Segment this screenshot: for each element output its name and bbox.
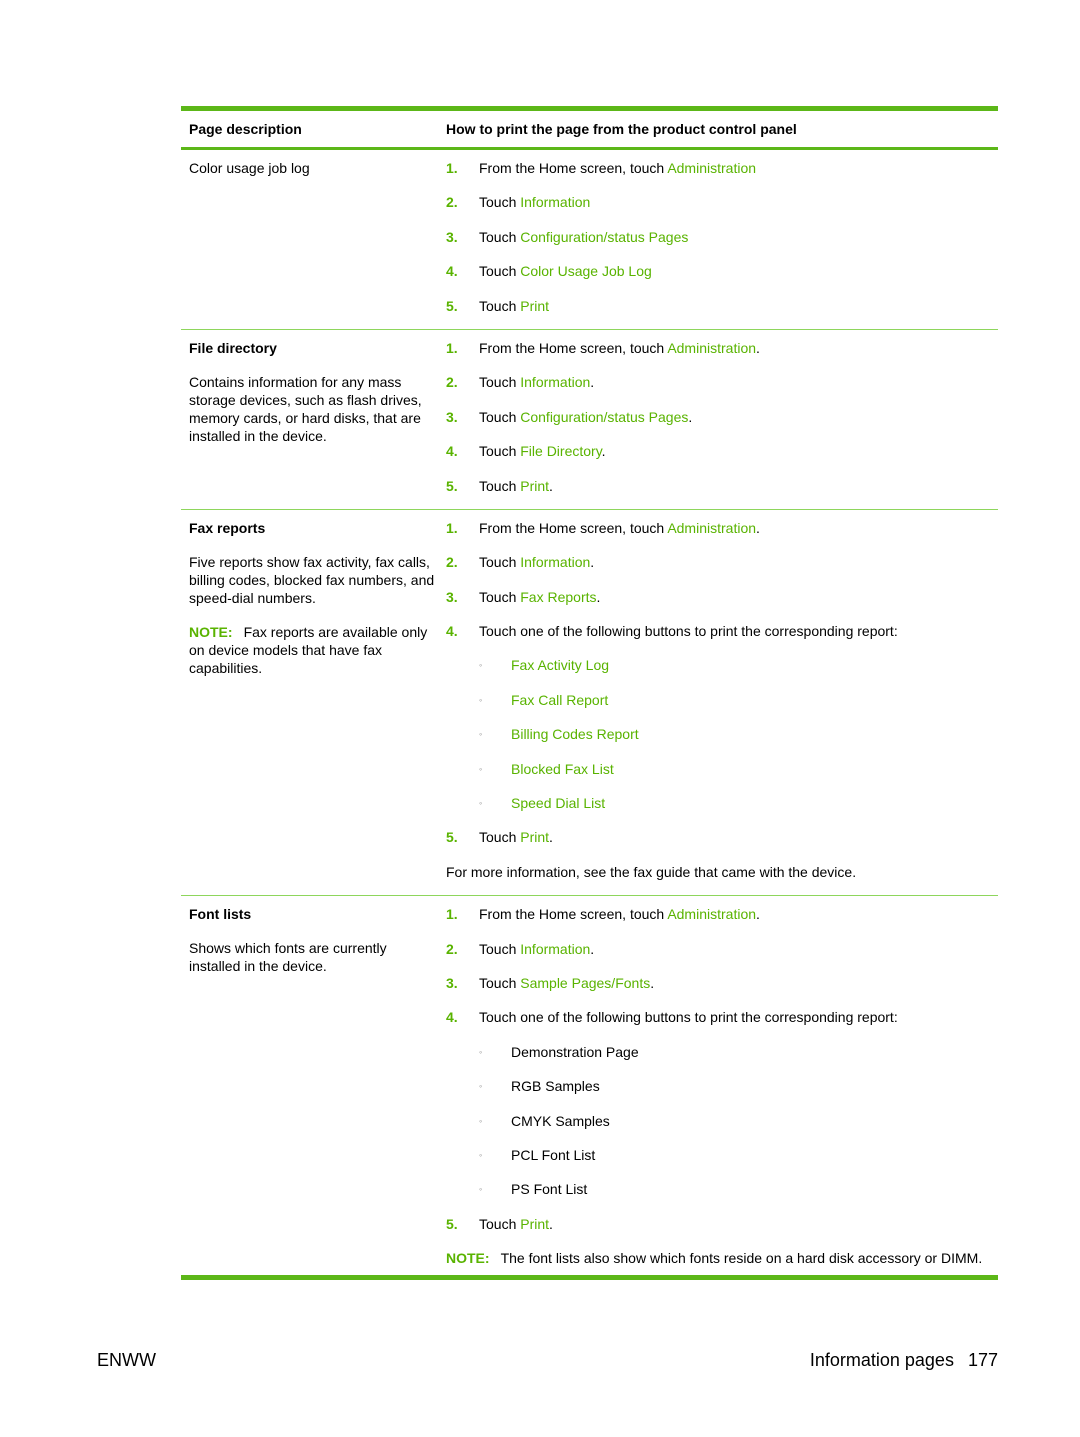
table-row-font-lists: Font lists Shows which fonts are current… — [181, 896, 998, 1275]
bullet-icon: ◦ — [479, 1149, 483, 1160]
note: NOTE: Fax reports are available only on d… — [189, 623, 438, 677]
bullet-icon: ◦ — [479, 1046, 483, 1057]
footer-locale: ENWW — [97, 1350, 156, 1370]
administration-link[interactable]: Administration — [667, 340, 756, 356]
note-text: The font lists also show which fonts res… — [500, 1250, 983, 1267]
configuration-status-pages-link[interactable]: Configuration/status Pages — [520, 409, 688, 425]
fax-reports-link[interactable]: Fax Reports — [520, 589, 596, 605]
print-pages-table: Page description How to print the page f… — [181, 106, 998, 1281]
step-5: 5. Touch Print — [446, 297, 550, 314]
note-label: NOTE: — [189, 623, 233, 640]
step-2: 2. Touch Information. — [446, 940, 595, 957]
billing-codes-report-link[interactable]: Billing Codes Report — [511, 725, 639, 757]
bullet-icon: ◦ — [479, 694, 483, 705]
header-how-to-print: How to print the page from the product c… — [446, 121, 797, 137]
footer-section: Information pages 177 — [810, 1350, 998, 1371]
table-row-file-directory: File directory Contains information for … — [181, 330, 998, 510]
step-4: 4. Touch one of the following buttons to … — [446, 623, 898, 640]
sample-pages-fonts-link[interactable]: Sample Pages/Fonts — [520, 975, 650, 991]
step-2: 2. Touch Information. — [446, 374, 595, 391]
bullet-icon: ◦ — [479, 1115, 483, 1126]
step-2: 2. Touch Information — [446, 194, 591, 211]
row-title: Color usage job log — [189, 160, 310, 176]
step-3: 3. Touch Configuration/status Pages — [446, 228, 689, 245]
pcl-font-list-item: PCL Font List — [511, 1146, 596, 1163]
print-link[interactable]: Print — [520, 829, 549, 845]
step-3: 3. Touch Configuration/status Pages. — [446, 408, 693, 425]
sub-item: ◦ Demonstration Page — [446, 1041, 998, 1075]
row-description: Shows which fonts are currently installe… — [189, 940, 387, 975]
row-title: Fax reports — [189, 519, 266, 536]
demonstration-page-item: Demonstration Page — [511, 1043, 639, 1060]
bullet-icon: ◦ — [479, 763, 483, 774]
bullet-icon: ◦ — [479, 1081, 483, 1092]
bullet-icon: ◦ — [479, 1184, 483, 1195]
sub-item: ◦ PS Font List — [446, 1178, 998, 1212]
page-number: 177 — [967, 1350, 998, 1370]
color-usage-job-log-link[interactable]: Color Usage Job Log — [520, 263, 652, 279]
step-4: 4. Touch File Directory. — [446, 443, 606, 460]
information-link[interactable]: Information — [520, 941, 590, 957]
sub-item: ◦ PCL Font List — [446, 1144, 998, 1178]
sub-item: ◦ Billing Codes Report — [446, 723, 998, 757]
administration-link[interactable]: Administration — [667, 160, 756, 176]
table-header: Page description How to print the page f… — [181, 111, 998, 150]
information-link[interactable]: Information — [520, 554, 590, 570]
more-info-text: For more information, see the fax guide … — [446, 863, 857, 880]
sub-item: ◦ CMYK Samples — [446, 1110, 998, 1144]
table-row-color-usage-job-log: Color usage job log 1. From the Home scre… — [181, 150, 998, 330]
administration-link[interactable]: Administration — [667, 906, 756, 922]
note: NOTE: The font lists also show which font… — [446, 1247, 998, 1275]
step-5: 5. Touch Print. — [446, 477, 553, 494]
step-5: 5. Touch Print. — [446, 1215, 553, 1232]
sub-item: ◦ Speed Dial List — [446, 792, 998, 826]
fax-call-report-link[interactable]: Fax Call Report — [511, 691, 608, 723]
step-1: 1. From the Home screen, touch Administra… — [446, 339, 760, 356]
step-1: 1. From the Home screen, touch Administra… — [446, 519, 760, 536]
cmyk-samples-item: CMYK Samples — [511, 1112, 610, 1129]
step-4: 4. Touch one of the following buttons to … — [446, 1009, 898, 1026]
ps-font-list-item: PS Font List — [511, 1181, 588, 1198]
fax-activity-log-link[interactable]: Fax Activity Log — [511, 656, 609, 688]
print-link[interactable]: Print — [520, 478, 549, 494]
speed-dial-list-link[interactable]: Speed Dial List — [511, 794, 605, 826]
step-5: 5. Touch Print. — [446, 829, 553, 846]
sub-item: ◦ Fax Call Report — [446, 689, 998, 723]
blocked-fax-list-link[interactable]: Blocked Fax List — [511, 760, 614, 792]
header-page-description: Page description — [189, 121, 302, 137]
information-link[interactable]: Information — [520, 374, 590, 390]
row-title: Font lists — [189, 906, 252, 923]
row-description: Contains information for any mass storag… — [189, 373, 422, 444]
row-description: Five reports show fax activity, fax call… — [189, 553, 435, 606]
print-link[interactable]: Print — [520, 298, 549, 314]
step-4: 4. Touch Color Usage Job Log — [446, 263, 652, 280]
row-title: File directory — [189, 339, 277, 356]
bullet-icon: ◦ — [479, 729, 483, 740]
table-row-fax-reports: Fax reports Five reports show fax activi… — [181, 510, 998, 897]
administration-link[interactable]: Administration — [667, 520, 756, 536]
sub-item: ◦ RGB Samples — [446, 1075, 998, 1109]
step-3: 3. Touch Sample Pages/Fonts. — [446, 974, 655, 991]
step-2: 2. Touch Information. — [446, 554, 595, 571]
sub-item: ◦ Fax Activity Log — [446, 654, 998, 688]
bullet-icon: ◦ — [479, 798, 483, 809]
step-3: 3. Touch Fax Reports. — [446, 588, 601, 605]
print-link[interactable]: Print — [520, 1216, 549, 1232]
note-label: NOTE: — [446, 1250, 490, 1267]
sub-item: ◦ Blocked Fax List — [446, 758, 998, 792]
file-directory-link[interactable]: File Directory — [520, 443, 601, 459]
rgb-samples-item: RGB Samples — [511, 1078, 600, 1095]
step-1: 1. From the Home screen, touch Administra… — [446, 906, 760, 923]
information-link[interactable]: Information — [520, 194, 590, 210]
footer-section-title: Information pages — [809, 1350, 954, 1370]
bullet-icon: ◦ — [479, 660, 483, 671]
step-1: 1. From the Home screen, touch Administra… — [446, 160, 757, 176]
configuration-status-pages-link[interactable]: Configuration/status Pages — [520, 229, 688, 245]
